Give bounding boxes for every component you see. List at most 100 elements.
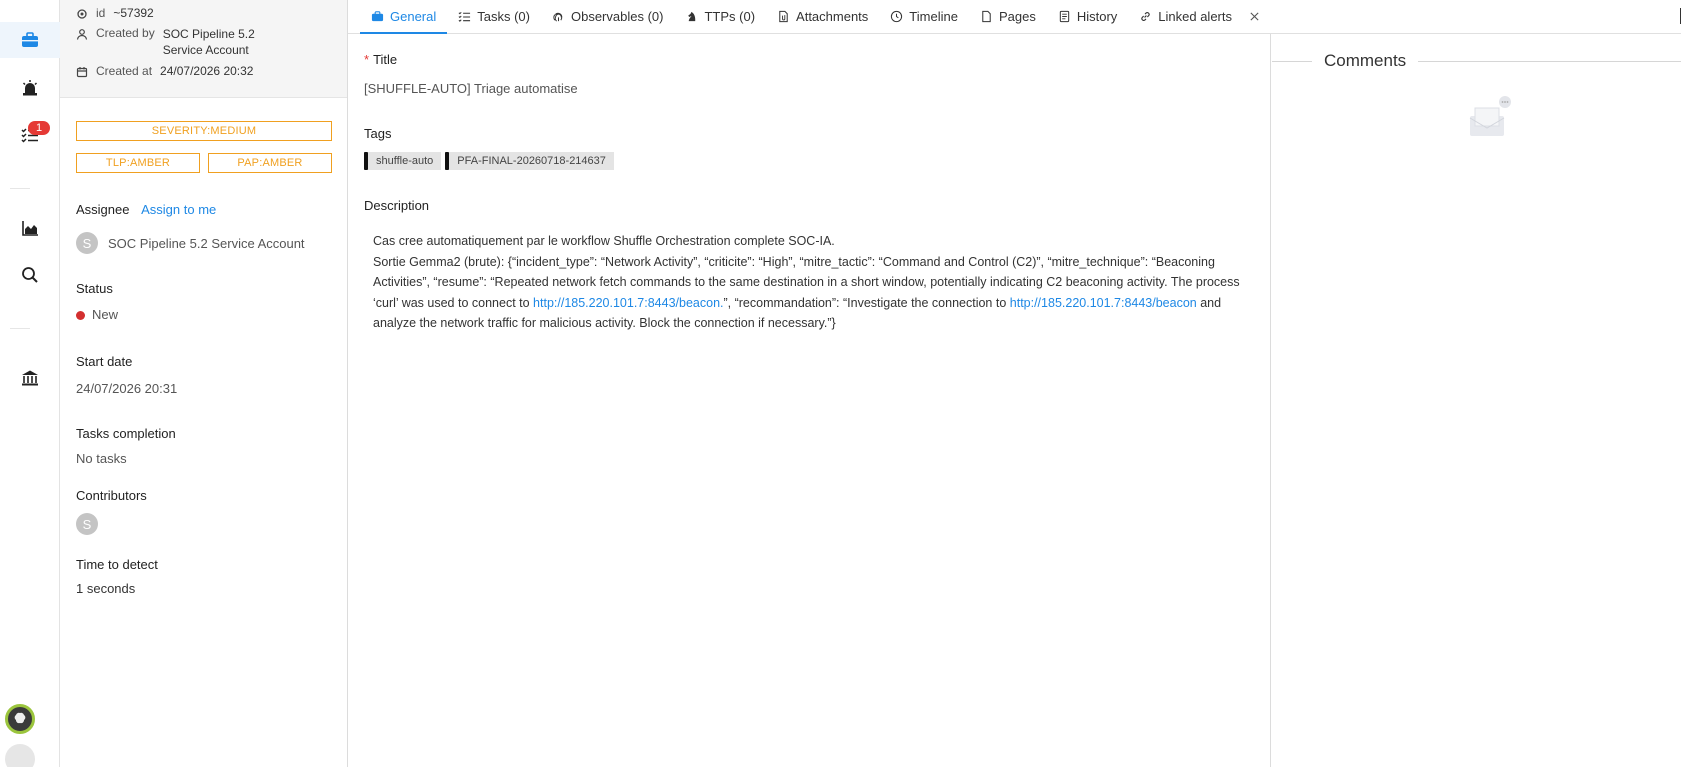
case-details-panel: id ~57392 Created by SOC Pipeline 5.2 Se… [60, 0, 348, 767]
start-date-label: Start date [76, 354, 133, 369]
created-by-label: Created by [96, 26, 155, 40]
search-icon [22, 267, 38, 283]
history-icon [1059, 10, 1070, 23]
general-tab-content: * Title [SHUFFLE-AUTO] Triage automatise … [348, 34, 1271, 767]
chat-icon[interactable] [5, 744, 35, 767]
start-date-value[interactable]: 24/07/2026 20:31 [76, 381, 177, 396]
status-dot [76, 311, 85, 320]
description-text-part: ”, “recommandation”: “Investigate the co… [723, 295, 1010, 310]
created-by-value: SOC Pipeline 5.2 Service Account [162, 27, 255, 57]
title-value[interactable]: [SHUFFLE-AUTO] Triage automatise [364, 81, 578, 96]
alerts-nav-button[interactable] [0, 70, 60, 106]
comments-title: Comments [1324, 51, 1407, 70]
attachment-file-icon [779, 10, 788, 23]
tab-timeline[interactable]: Timeline [879, 0, 969, 33]
tasks-completion-label: Tasks completion [76, 426, 176, 441]
tab-label: Pages [998, 9, 1036, 24]
comments-panel: Comments [1272, 34, 1681, 767]
description-line-2: Sortie Gemma2 (brute): {“incident_type”:… [373, 252, 1253, 334]
case-meta: id ~57392 Created by SOC Pipeline 5.2 Se… [60, 0, 347, 98]
empty-inbox-icon [1469, 96, 1511, 136]
search-nav-button[interactable] [0, 257, 60, 293]
assignee-label: Assignee [76, 202, 130, 217]
tab-tasks[interactable]: Tasks (0) [447, 0, 541, 33]
case-id-row: id ~57392 [76, 6, 347, 20]
assignee-avatar: S [76, 232, 98, 254]
tab-attachments[interactable]: Attachments [766, 0, 879, 33]
title-label-text: Title [373, 52, 398, 67]
case-id-value: ~57392 [113, 6, 154, 20]
time-to-detect-value: 1 seconds [76, 581, 136, 596]
close-icon [1250, 12, 1259, 21]
tab-observables[interactable]: Observables (0) [541, 0, 674, 33]
case-tabs: General Tasks (0) Observables (0) TTPs (… [348, 0, 1681, 34]
status-label: Status [76, 281, 113, 296]
tab-label: Linked alerts [1158, 9, 1232, 24]
status-value-wrap[interactable]: New [76, 307, 118, 322]
brain-icon [14, 712, 26, 724]
beacon-url-link[interactable]: http://185.220.101.7:8443/beacon. [533, 296, 723, 310]
clock-icon [891, 10, 903, 23]
created-at-label: Created at [96, 64, 153, 78]
link-icon [1141, 12, 1150, 21]
divider [1418, 60, 1681, 62]
contributor-avatar: S [76, 513, 98, 535]
tasks-icon [458, 11, 471, 22]
pap-badge[interactable]: PAP:AMBER [208, 153, 332, 173]
notification-badge: 1 [28, 121, 50, 135]
dashboards-nav-button[interactable] [0, 210, 60, 246]
tasks-nav-button[interactable]: 1 [0, 117, 60, 153]
area-chart-icon [22, 221, 38, 236]
status-value: New [92, 307, 119, 322]
cases-nav-button[interactable] [0, 22, 60, 58]
tag-chip[interactable]: PFA-FINAL-20260718-214637 [445, 152, 614, 170]
tab-general[interactable]: General [360, 0, 448, 34]
tab-pages[interactable]: Pages [969, 0, 1047, 33]
beacon-url-link[interactable]: http://185.220.101.7:8443/beacon [1010, 296, 1197, 310]
tab-history[interactable]: History [1047, 0, 1128, 33]
description-text[interactable]: Cas cree automatiquement par le workflow… [373, 231, 1253, 334]
nav-divider [10, 328, 30, 329]
page-icon [982, 10, 991, 23]
organisation-nav-button[interactable] [0, 360, 60, 396]
assignee-section: Assignee Assign to me [76, 202, 216, 217]
fingerprint-icon [553, 12, 563, 22]
tab-label: History [1076, 9, 1118, 24]
chess-knight-icon [688, 11, 696, 22]
required-marker: * [364, 52, 370, 67]
severity-badge[interactable]: SEVERITY:MEDIUM [76, 121, 332, 141]
briefcase-icon [22, 32, 38, 47]
app-nav-rail: 1 [0, 0, 60, 767]
close-tab-button[interactable] [1243, 0, 1266, 33]
tasks-completion-value: No tasks [76, 451, 127, 466]
tab-linked-alerts[interactable]: Linked alerts [1128, 0, 1243, 33]
description-label: Description [364, 198, 430, 213]
tab-label: Observables (0) [570, 9, 664, 24]
contributors-label: Contributors [76, 488, 147, 503]
calendar-icon [76, 67, 88, 78]
tags-label: Tags [364, 126, 392, 141]
user-icon [76, 29, 88, 40]
title-field-label: * Title [364, 52, 397, 67]
created-at-row: Created at 24/07/2026 20:32 [76, 64, 347, 78]
tag-chip[interactable]: shuffle-auto [364, 152, 442, 170]
description-line-1: Cas cree automatiquement par le workflow… [373, 234, 835, 248]
assignee-name[interactable]: SOC Pipeline 5.2 Service Account [108, 236, 305, 251]
case-id-label: id [96, 6, 106, 20]
briefcase-icon [371, 11, 384, 22]
tags-list[interactable]: shuffle-auto PFA-FINAL-20260718-214637 [364, 152, 618, 173]
tab-label: TTPs (0) [704, 9, 756, 24]
ai-assistant-icon[interactable] [5, 704, 35, 734]
tab-label: Attachments [796, 9, 869, 24]
divider [1272, 60, 1312, 62]
created-by-row: Created by SOC Pipeline 5.2 Service Acco… [76, 26, 347, 58]
time-to-detect-label: Time to detect [76, 557, 158, 572]
tlp-badge[interactable]: TLP:AMBER [76, 153, 200, 173]
tab-ttps[interactable]: TTPs (0) [674, 0, 766, 33]
tab-label: Tasks (0) [477, 9, 530, 24]
comments-header: Comments [1272, 51, 1681, 71]
institution-icon [22, 370, 38, 386]
gear-icon [77, 9, 87, 19]
nav-divider [10, 188, 30, 189]
assign-to-me-link[interactable]: Assign to me [141, 202, 216, 217]
